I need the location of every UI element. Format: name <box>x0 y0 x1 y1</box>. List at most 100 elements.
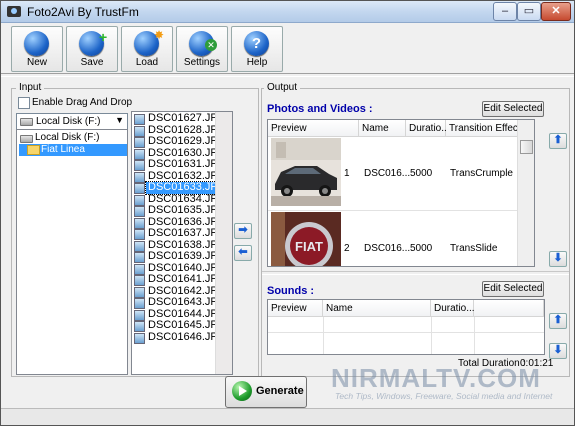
section-divider <box>262 271 569 275</box>
image-file-icon <box>134 137 145 148</box>
play-icon <box>232 381 252 401</box>
preview-thumbnail <box>271 138 341 206</box>
tree-item-drive[interactable]: Local Disk (F:) <box>19 132 125 144</box>
row-transition: TransSlide <box>450 243 498 254</box>
output-group: Output Photos and Videos : Edit Selected… <box>261 82 570 377</box>
list-item[interactable]: DSC01633.JPG <box>132 181 230 195</box>
maximize-button[interactable]: ▭ <box>517 2 541 21</box>
list-item[interactable]: DSC01637.JPG <box>132 227 226 240</box>
row-transition: TransCrumple <box>450 168 513 179</box>
tree-item-drive-label: Local Disk (F:) <box>35 132 100 143</box>
plus-icon: + <box>99 29 108 45</box>
col-preview[interactable]: Preview <box>268 120 359 137</box>
col-name[interactable]: Name <box>323 300 431 317</box>
list-item[interactable]: DSC01641.JPG <box>132 273 226 286</box>
generate-label: Generate <box>256 385 304 397</box>
generate-button[interactable]: Generate <box>225 376 307 408</box>
watermark-title: NIRMALTV.COM <box>331 363 541 393</box>
image-file-icon <box>134 206 145 217</box>
arrow-right-icon: ➡ <box>238 224 248 236</box>
add-to-output-button[interactable]: ➡ <box>234 223 252 239</box>
sound-up-button[interactable]: ⬆ <box>549 313 567 329</box>
svg-text:FIAT: FIAT <box>295 239 323 254</box>
image-file-icon <box>134 275 145 286</box>
new-label: New <box>26 57 47 68</box>
col-divider <box>323 317 324 354</box>
tree-item-folder-label: Fiat Linea <box>41 144 85 155</box>
help-button[interactable]: ? Help <box>231 26 283 72</box>
image-file-icon <box>134 286 145 298</box>
col-divider <box>474 317 475 354</box>
table-row[interactable]: FIAT 2 DSC016... 5000 TransSlide <box>268 212 534 266</box>
tree-item-folder[interactable]: Fiat Linea <box>19 144 127 156</box>
file-list[interactable]: DSC01627.JPG DSC01628.JPG DSC01629.JPG DSC0… <box>131 111 233 375</box>
drag-drop-checkbox[interactable] <box>18 97 30 109</box>
col-preview[interactable]: Preview <box>268 300 323 317</box>
list-item[interactable]: DSC01643.JPG <box>132 296 226 309</box>
list-item[interactable]: DSC01639.JPG <box>132 250 226 263</box>
photos-scrollbar[interactable] <box>517 120 534 266</box>
image-file-icon <box>134 171 145 183</box>
list-item[interactable]: DSC01629.JPG <box>132 135 226 148</box>
title-bar[interactable]: Foto2Avi By TrustFm – ▭ ✕ <box>1 1 574 23</box>
col-duration[interactable]: Duratio... <box>406 120 450 137</box>
image-file-icon <box>134 148 145 160</box>
minimize-button[interactable]: – <box>493 2 517 21</box>
close-button[interactable]: ✕ <box>541 2 571 21</box>
edit-selected-sounds-button[interactable]: Edit Selected <box>482 281 544 297</box>
input-group: Input Enable Drag And Drop Local Disk (F… <box>11 82 259 377</box>
arrow-up-icon: ⬆ <box>553 134 563 146</box>
remove-from-output-button[interactable]: ⬅ <box>234 245 252 261</box>
save-label: Save <box>80 57 104 68</box>
table-row[interactable]: 1 DSC016... 5000 TransCrumple <box>268 138 534 210</box>
load-button[interactable]: ✸ Load <box>121 26 173 72</box>
row-divider <box>268 332 544 333</box>
image-file-icon <box>134 194 145 206</box>
image-file-icon <box>134 217 145 229</box>
arrow-down-icon: ⬇ <box>553 344 563 356</box>
image-file-icon <box>134 332 145 344</box>
list-item[interactable]: DSC01631.JPG <box>132 158 226 171</box>
list-item[interactable]: DSC01627.JPG <box>132 112 226 125</box>
arrow-up-icon: ⬆ <box>553 314 563 326</box>
move-down-button[interactable]: ⬇ <box>549 251 567 267</box>
image-file-icon <box>134 114 145 125</box>
edit-selected-photos-button[interactable]: Edit Selected <box>482 101 544 117</box>
folder-tree[interactable]: Local Disk (F:) Fiat Linea <box>16 129 128 375</box>
arrow-left-icon: ⬅ <box>238 246 248 258</box>
scrollbar-thumb[interactable] <box>520 140 533 154</box>
image-file-icon <box>134 309 145 321</box>
preview-thumbnail: FIAT <box>271 212 341 266</box>
output-group-label: Output <box>264 82 301 93</box>
sounds-table[interactable]: Preview Name Duratio... <box>267 299 545 355</box>
new-icon <box>24 31 49 56</box>
image-file-icon <box>134 263 145 275</box>
file-list-scrollbar[interactable] <box>215 112 232 374</box>
list-item[interactable]: DSC01635.JPG <box>132 204 226 217</box>
drive-icon <box>20 118 33 126</box>
row-divider <box>268 210 534 211</box>
col-extra[interactable] <box>474 300 544 317</box>
col-name[interactable]: Name <box>359 120 406 137</box>
new-button[interactable]: New <box>11 26 63 72</box>
sound-down-button[interactable]: ⬇ <box>549 343 567 359</box>
settings-button[interactable]: ✕ Settings <box>176 26 228 72</box>
settings-label: Settings <box>183 57 221 68</box>
load-label: Load <box>135 57 159 68</box>
list-item[interactable]: DSC01646.JPG <box>132 331 226 344</box>
toolbar-separator <box>1 73 574 77</box>
col-duration[interactable]: Duratio... <box>431 300 475 317</box>
tools-icon: ✕ <box>205 39 217 51</box>
photos-table[interactable]: Preview Name Duratio... Transition Effec… <box>267 119 535 267</box>
watermark-tagline: Tech Tips, Windows, Freeware, Social med… <box>335 391 553 401</box>
help-icon: ? <box>244 31 269 56</box>
image-file-icon <box>134 160 145 171</box>
image-file-icon <box>134 321 145 332</box>
arrow-down-icon: ⬇ <box>553 252 563 264</box>
toolbar: New + Save ✸ Load ✕ Settings ? Help <box>1 23 574 73</box>
list-item[interactable]: DSC01645.JPG <box>132 319 226 332</box>
move-up-button[interactable]: ⬆ <box>549 133 567 149</box>
sounds-title: Sounds : <box>267 285 315 297</box>
save-button[interactable]: + Save <box>66 26 118 72</box>
row-duration: 5000 <box>410 243 433 254</box>
